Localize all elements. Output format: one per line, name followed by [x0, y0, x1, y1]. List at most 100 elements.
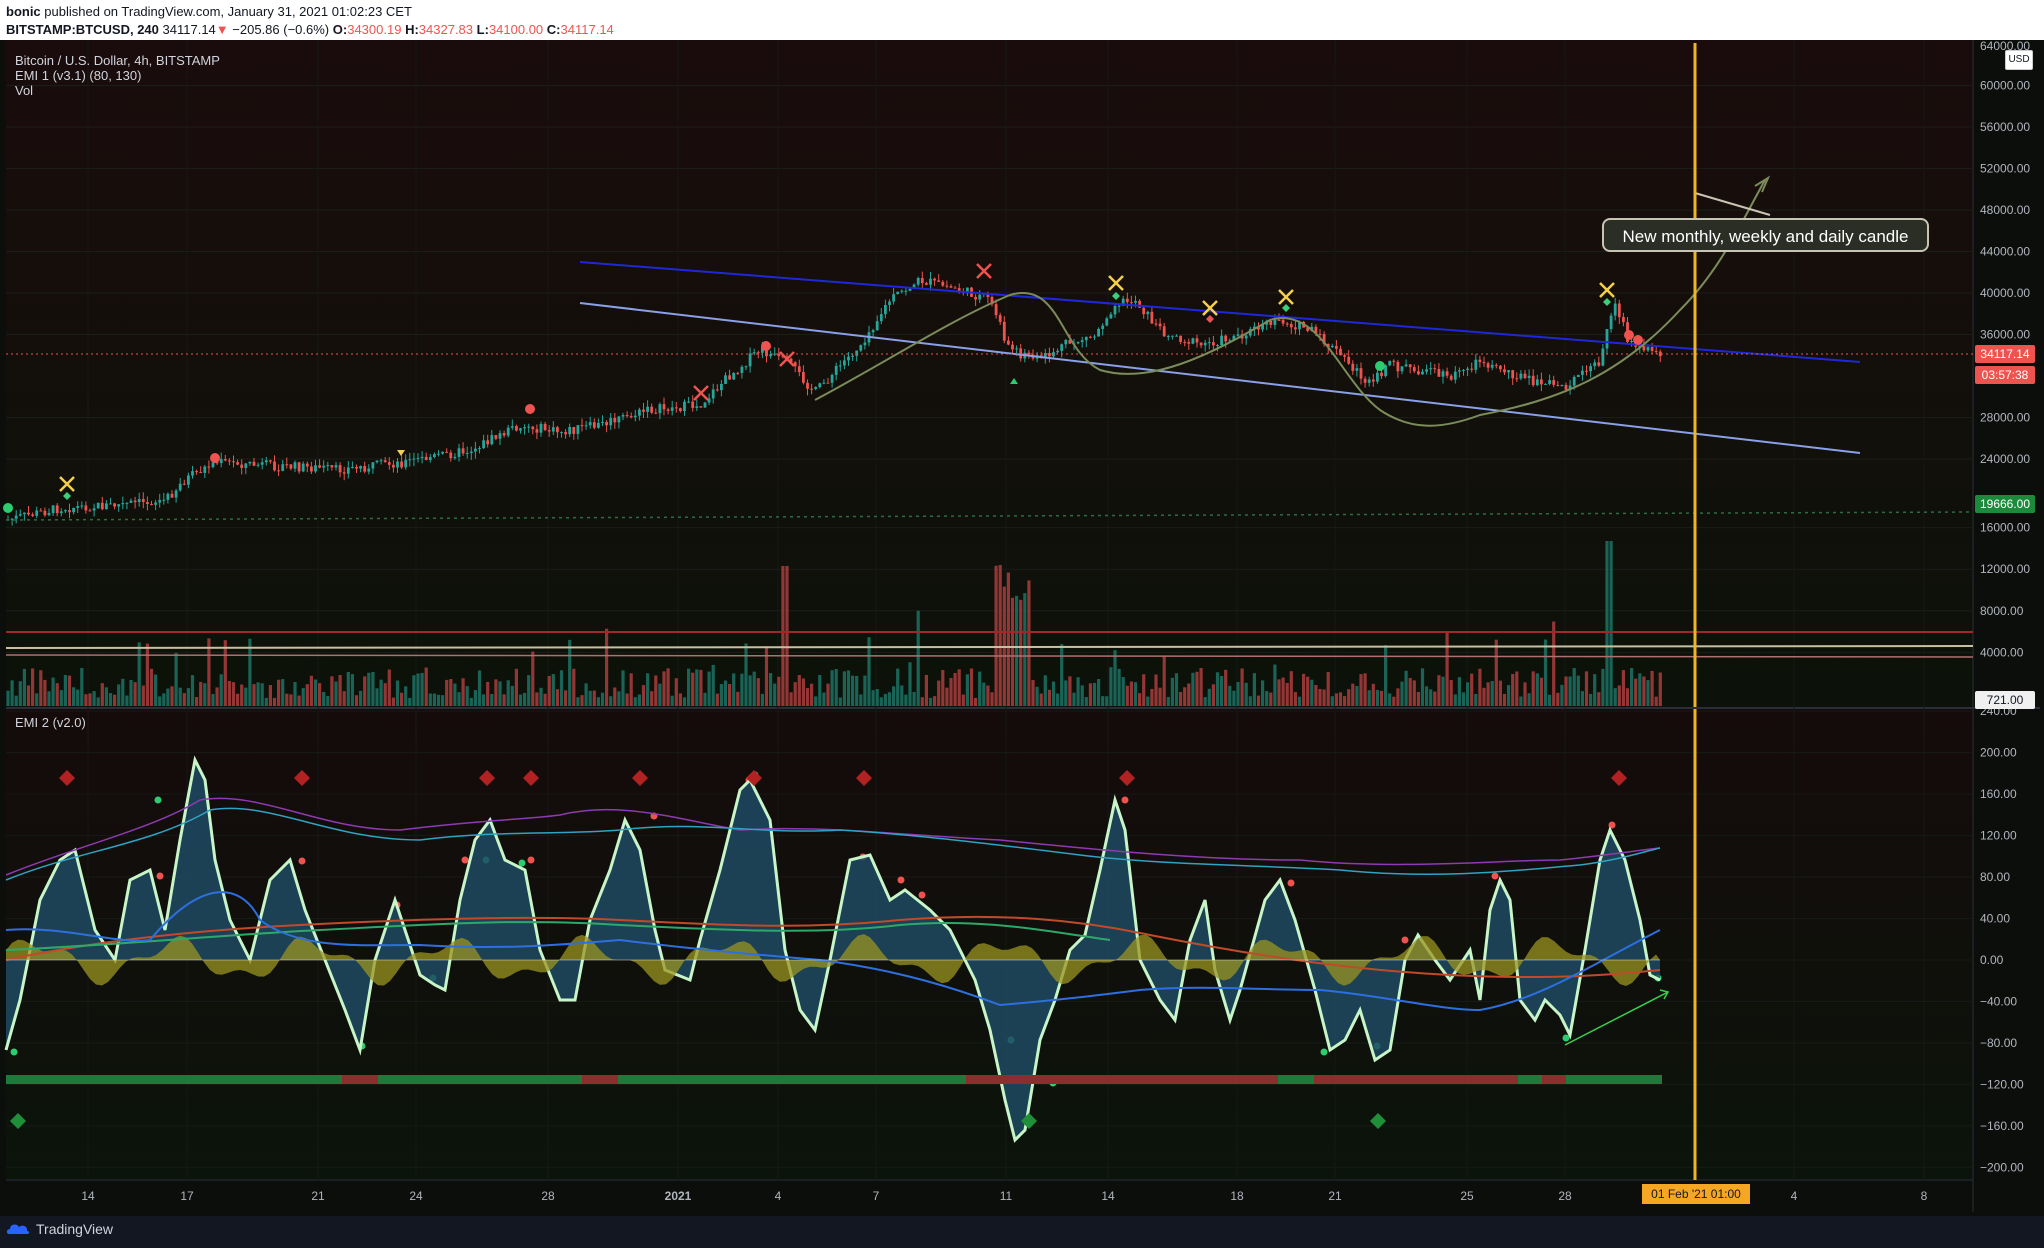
signal-strip-cell: [942, 1075, 954, 1084]
volume-bar: [1568, 676, 1572, 706]
volume-bar: [236, 693, 240, 706]
series-title[interactable]: Bitcoin / U.S. Dollar, 4h, BITSTAMP: [15, 53, 220, 68]
volume-bar: [43, 679, 47, 706]
volume-bar: [441, 695, 445, 706]
osc-legend[interactable]: EMI 2 (v2.0): [15, 715, 86, 730]
candle-body: [769, 354, 772, 357]
countdown-label: 03:57:38: [1975, 366, 2035, 384]
volume-bar: [1306, 676, 1310, 706]
volume-bar: [108, 693, 113, 706]
volume-bar: [1457, 677, 1461, 706]
currency-badge[interactable]: USD: [2005, 50, 2033, 70]
signal-strip-cell: [1458, 1075, 1470, 1084]
candle-body: [953, 287, 957, 289]
candle-body: [84, 505, 88, 511]
candle-body: [1289, 323, 1293, 328]
signal-strip-cell: [1566, 1075, 1578, 1084]
signal-strip-cell: [234, 1075, 246, 1084]
signal-strip-cell: [174, 1075, 186, 1084]
candle-body: [510, 426, 514, 428]
candle-body: [1162, 326, 1166, 337]
signal-strip-cell: [498, 1075, 510, 1084]
signal-strip-cell: [1494, 1075, 1506, 1084]
volume-bar: [682, 697, 687, 706]
volume-bar: [933, 696, 937, 706]
candle-body: [1191, 338, 1195, 344]
candle-body: [556, 427, 559, 433]
candle-body: [810, 388, 813, 390]
dot-marker-icon: [1401, 936, 1409, 944]
candle-body: [314, 465, 317, 472]
candle-body: [531, 426, 535, 430]
candle-body: [1597, 362, 1601, 366]
volume-bar: [875, 688, 879, 706]
volume-bar: [1043, 675, 1047, 706]
volume-bar: [1129, 681, 1133, 706]
signal-strip-cell: [1422, 1075, 1434, 1084]
candle-body: [535, 429, 539, 433]
volume-bar: [1437, 675, 1441, 706]
candle-body: [420, 456, 424, 459]
candle-body: [1499, 365, 1502, 370]
volume-bar: [1474, 693, 1478, 706]
candle-body: [1084, 336, 1088, 341]
volume-bar: [260, 683, 264, 706]
price-tick-label: 28000.00: [1980, 410, 2030, 424]
indicator-emi1-label[interactable]: EMI 1 (v3.1) (80, 130): [15, 68, 220, 83]
volume-bar: [1523, 682, 1527, 706]
candle-body: [601, 421, 604, 423]
candle-body: [445, 451, 449, 453]
candle-body: [994, 304, 998, 316]
volume-bar: [879, 697, 883, 706]
volume-bar: [1445, 630, 1449, 706]
indicator-emi2-label[interactable]: EMI 2 (v2.0): [15, 715, 86, 730]
candle-body: [1388, 360, 1392, 366]
candle-body: [240, 464, 244, 469]
volume-bar: [678, 693, 682, 706]
volume-bar: [113, 694, 117, 706]
candle-body: [1187, 342, 1191, 344]
tradingview-logo[interactable]: TradingView: [6, 1221, 113, 1237]
candle-body: [1630, 341, 1633, 343]
volume-bar: [957, 669, 961, 706]
volume-bar: [1297, 696, 1302, 706]
signal-strip-cell: [342, 1075, 354, 1084]
candle-body: [929, 278, 932, 285]
volume-bar: [773, 683, 777, 706]
time-highlight-label: 01 Feb '21 01:00: [1642, 1184, 1750, 1204]
main-pane[interactable]: [6, 40, 1973, 707]
candle-body: [310, 466, 313, 472]
candle-body: [523, 427, 526, 429]
dot-marker-icon: [1287, 879, 1295, 887]
volume-label[interactable]: Vol: [15, 83, 220, 98]
candle-body: [543, 423, 547, 431]
volume-bar: [1035, 686, 1039, 706]
candle-body: [68, 510, 71, 513]
dot-marker-icon: [897, 876, 905, 884]
signal-strip-cell: [966, 1075, 978, 1084]
chart-canvas[interactable]: 60000.0056000.0052000.0048000.0044000.00…: [0, 0, 2044, 1248]
candle-body: [605, 421, 608, 426]
dot-marker-icon: [518, 859, 526, 867]
volume-bar: [1441, 676, 1445, 706]
osc-tick-label: 40.00: [1980, 912, 2010, 926]
volume-bar: [1322, 689, 1326, 706]
candle-body: [843, 360, 846, 366]
volume-bar: [301, 688, 305, 706]
main-legend[interactable]: Bitcoin / U.S. Dollar, 4h, BITSTAMP EMI …: [15, 53, 220, 98]
volume-bar: [371, 671, 375, 706]
signal-strip-cell: [1470, 1075, 1482, 1084]
volume-bar: [473, 690, 477, 706]
candle-body: [1060, 344, 1064, 351]
volume-bar: [1416, 691, 1420, 706]
candle-body: [1585, 370, 1588, 372]
candle-body: [773, 353, 777, 355]
candle-body: [519, 428, 522, 431]
volume-bar: [1154, 674, 1158, 706]
candle-body: [1330, 345, 1334, 348]
annotation-callout[interactable]: New monthly, weekly and daily candle: [1602, 218, 1929, 252]
signal-strip-cell: [546, 1075, 558, 1084]
volume-bar: [617, 691, 621, 706]
candle-body: [1134, 300, 1137, 303]
candle-body: [617, 416, 621, 423]
